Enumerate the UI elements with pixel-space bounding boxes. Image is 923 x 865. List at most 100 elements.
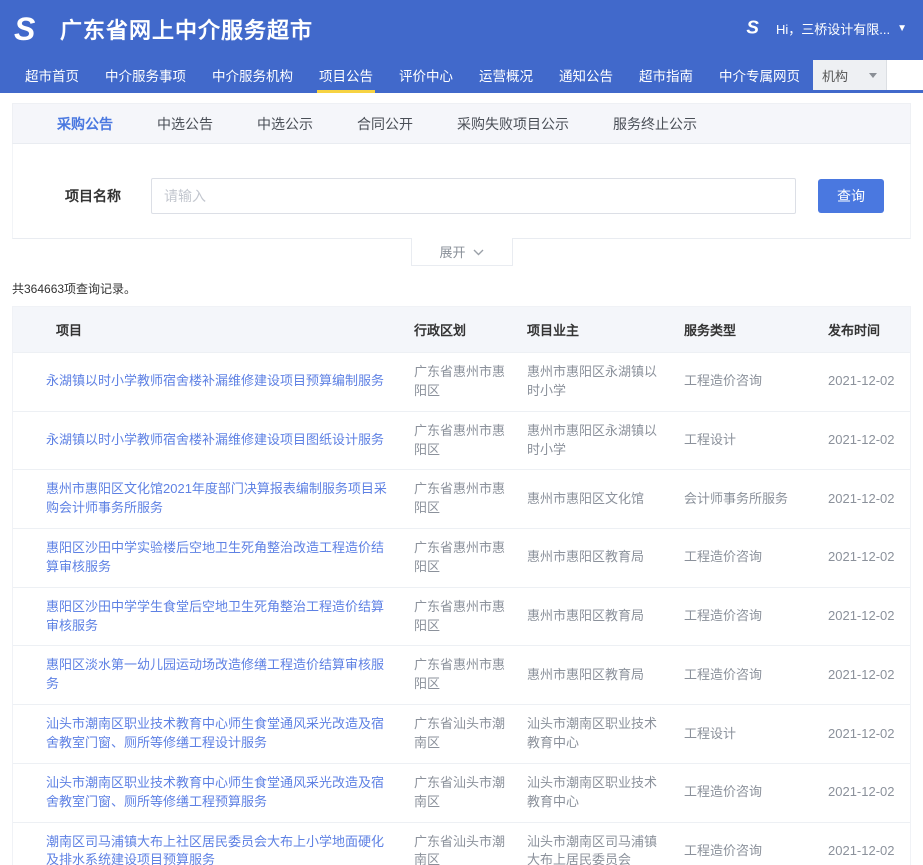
- publish-date-cell: 2021-12-02: [818, 470, 910, 529]
- service-type-cell: 工程造价咨询: [674, 822, 818, 865]
- table-row: 惠州市惠阳区文化馆2021年度部门决算报表编制服务项目采购会计师事务所服务 广东…: [13, 470, 910, 529]
- user-menu[interactable]: S Hi，三桥设计有限... ▼: [745, 17, 907, 40]
- column-header: 项目: [13, 307, 404, 353]
- owner-cell: 汕头市潮南区司马浦镇大布上居民委员会: [517, 822, 674, 865]
- results-table: 项目行政区划项目业主服务类型发布时间 永湖镇以时小学教师宿舍楼补漏维修建设项目预…: [13, 307, 910, 865]
- owner-cell: 惠州市惠阳区教育局: [517, 529, 674, 588]
- publish-date-cell: 2021-12-02: [818, 705, 910, 764]
- table-header-row: 项目行政区划项目业主服务类型发布时间: [13, 307, 910, 353]
- project-name-label: 项目名称: [65, 186, 151, 206]
- main-content: 采购公告中选公告中选公示合同公开采购失败项目公示服务终止公示 项目名称 查询 展…: [12, 103, 911, 865]
- user-greeting: Hi，三桥设计有限...: [776, 19, 890, 38]
- service-type-cell: 工程设计: [674, 705, 818, 764]
- publish-date-cell: 2021-12-02: [818, 411, 910, 470]
- nav-item[interactable]: 中介专属网页: [706, 57, 813, 93]
- region-cell: 广东省汕头市潮南区: [404, 763, 517, 822]
- search-category-value: 机构: [822, 66, 848, 85]
- project-link[interactable]: 潮南区司马浦镇大布上社区居民委员会大布上小学地面硬化及排水系统建设项目预算服务: [46, 834, 384, 865]
- expand-row: 展开: [12, 239, 911, 266]
- svg-text:S: S: [746, 17, 759, 37]
- nav-item[interactable]: 运营概况: [466, 57, 546, 93]
- table-row: 惠阳区沙田中学实验楼后空地卫生死角整治改造工程造价结算审核服务 广东省惠州市惠阳…: [13, 529, 910, 588]
- region-cell: 广东省惠州市惠阳区: [404, 353, 517, 412]
- announcement-tab[interactable]: 合同公开: [335, 114, 435, 134]
- nav-item[interactable]: 超市首页: [12, 57, 92, 93]
- publish-date-cell: 2021-12-02: [818, 646, 910, 705]
- header-search-input[interactable]: [887, 61, 923, 89]
- owner-cell: 汕头市潮南区职业技术教育中心: [517, 705, 674, 764]
- search-filter-panel: 项目名称 查询: [12, 144, 911, 239]
- nav-item[interactable]: 中介服务机构: [199, 57, 306, 93]
- publish-date-cell: 2021-12-02: [818, 587, 910, 646]
- announcement-tab[interactable]: 采购失败项目公示: [435, 114, 591, 134]
- owner-cell: 惠州市惠阳区教育局: [517, 646, 674, 705]
- column-header: 服务类型: [674, 307, 818, 353]
- chevron-down-icon: [473, 244, 484, 259]
- column-header: 项目业主: [517, 307, 674, 353]
- site-title: 广东省网上中介服务超市: [60, 13, 313, 45]
- site-logo-icon: S: [12, 12, 52, 46]
- project-link[interactable]: 汕头市潮南区职业技术教育中心师生食堂通风采光改造及宿舍教室门窗、厕所等修缮工程预…: [46, 775, 384, 809]
- table-row: 惠阳区沙田中学学生食堂后空地卫生死角整治工程造价结算审核服务 广东省惠州市惠阳区…: [13, 587, 910, 646]
- project-link[interactable]: 永湖镇以时小学教师宿舍楼补漏维修建设项目图纸设计服务: [46, 432, 384, 447]
- table-row: 潮南区司马浦镇大布上社区居民委员会大布上小学地面硬化及排水系统建设项目预算服务 …: [13, 822, 910, 865]
- table-row: 汕头市潮南区职业技术教育中心师生食堂通风采光改造及宿舍教室门窗、厕所等修缮工程设…: [13, 705, 910, 764]
- result-count: 共364663项查询记录。: [12, 280, 911, 297]
- search-category-select[interactable]: 机构: [813, 60, 887, 90]
- column-header: 发布时间: [818, 307, 910, 353]
- table-row: 惠阳区淡水第一幼儿园运动场改造修缮工程造价结算审核服务 广东省惠州市惠阳区 惠州…: [13, 646, 910, 705]
- table-row: 永湖镇以时小学教师宿舍楼补漏维修建设项目图纸设计服务 广东省惠州市惠阳区 惠州市…: [13, 411, 910, 470]
- owner-cell: 汕头市潮南区职业技术教育中心: [517, 763, 674, 822]
- project-link[interactable]: 惠州市惠阳区文化馆2021年度部门决算报表编制服务项目采购会计师事务所服务: [46, 481, 387, 515]
- header-search-bar: 机构: [813, 60, 923, 90]
- project-link[interactable]: 惠阳区淡水第一幼儿园运动场改造修缮工程造价结算审核服务: [46, 657, 384, 691]
- announcement-tab[interactable]: 中选公示: [235, 114, 335, 134]
- nav-item[interactable]: 超市指南: [626, 57, 706, 93]
- project-link[interactable]: 永湖镇以时小学教师宿舍楼补漏维修建设项目预算编制服务: [46, 373, 384, 388]
- header-top-bar: S 广东省网上中介服务超市 S Hi，三桥设计有限... ▼: [0, 0, 923, 57]
- nav-item[interactable]: 通知公告: [546, 57, 626, 93]
- service-type-cell: 工程造价咨询: [674, 529, 818, 588]
- expand-label: 展开: [439, 242, 465, 261]
- announcement-tabs: 采购公告中选公告中选公示合同公开采购失败项目公示服务终止公示: [12, 103, 911, 144]
- expand-button[interactable]: 展开: [411, 238, 513, 266]
- owner-cell: 惠州市惠阳区永湖镇以时小学: [517, 353, 674, 412]
- results-table-wrap: 项目行政区划项目业主服务类型发布时间 永湖镇以时小学教师宿舍楼补漏维修建设项目预…: [12, 306, 911, 865]
- region-cell: 广东省汕头市潮南区: [404, 822, 517, 865]
- nav-item[interactable]: 评价中心: [386, 57, 466, 93]
- table-row: 汕头市潮南区职业技术教育中心师生食堂通风采光改造及宿舍教室门窗、厕所等修缮工程预…: [13, 763, 910, 822]
- announcement-tab[interactable]: 采购公告: [35, 114, 135, 134]
- publish-date-cell: 2021-12-02: [818, 353, 910, 412]
- announcement-tab[interactable]: 中选公告: [135, 114, 235, 134]
- caret-down-icon: [869, 73, 877, 78]
- owner-cell: 惠州市惠阳区文化馆: [517, 470, 674, 529]
- region-cell: 广东省惠州市惠阳区: [404, 587, 517, 646]
- publish-date-cell: 2021-12-02: [818, 529, 910, 588]
- service-type-cell: 工程造价咨询: [674, 763, 818, 822]
- project-link[interactable]: 惠阳区沙田中学学生食堂后空地卫生死角整治工程造价结算审核服务: [46, 599, 384, 633]
- query-button[interactable]: 查询: [818, 179, 884, 213]
- project-link[interactable]: 汕头市潮南区职业技术教育中心师生食堂通风采光改造及宿舍教室门窗、厕所等修缮工程设…: [46, 716, 384, 750]
- nav-item[interactable]: 项目公告: [306, 57, 386, 93]
- caret-down-icon: ▼: [897, 23, 907, 34]
- main-nav: 超市首页中介服务事项中介服务机构项目公告评价中心运营概况通知公告超市指南中介专属…: [0, 57, 923, 93]
- results-table-body: 永湖镇以时小学教师宿舍楼补漏维修建设项目预算编制服务 广东省惠州市惠阳区 惠州市…: [13, 353, 910, 865]
- service-type-cell: 工程设计: [674, 411, 818, 470]
- announcement-tab[interactable]: 服务终止公示: [591, 114, 719, 134]
- region-cell: 广东省惠州市惠阳区: [404, 470, 517, 529]
- service-type-cell: 工程造价咨询: [674, 353, 818, 412]
- owner-cell: 惠州市惠阳区教育局: [517, 587, 674, 646]
- nav-item[interactable]: 中介服务事项: [92, 57, 199, 93]
- region-cell: 广东省惠州市惠阳区: [404, 411, 517, 470]
- region-cell: 广东省惠州市惠阳区: [404, 646, 517, 705]
- column-header: 行政区划: [404, 307, 517, 353]
- region-cell: 广东省汕头市潮南区: [404, 705, 517, 764]
- nav-items: 超市首页中介服务事项中介服务机构项目公告评价中心运营概况通知公告超市指南中介专属…: [12, 57, 813, 93]
- publish-date-cell: 2021-12-02: [818, 822, 910, 865]
- user-logo-icon: S: [745, 17, 769, 40]
- project-link[interactable]: 惠阳区沙田中学实验楼后空地卫生死角整治改造工程造价结算审核服务: [46, 540, 384, 574]
- project-name-input[interactable]: [151, 178, 796, 214]
- region-cell: 广东省惠州市惠阳区: [404, 529, 517, 588]
- table-row: 永湖镇以时小学教师宿舍楼补漏维修建设项目预算编制服务 广东省惠州市惠阳区 惠州市…: [13, 353, 910, 412]
- publish-date-cell: 2021-12-02: [818, 763, 910, 822]
